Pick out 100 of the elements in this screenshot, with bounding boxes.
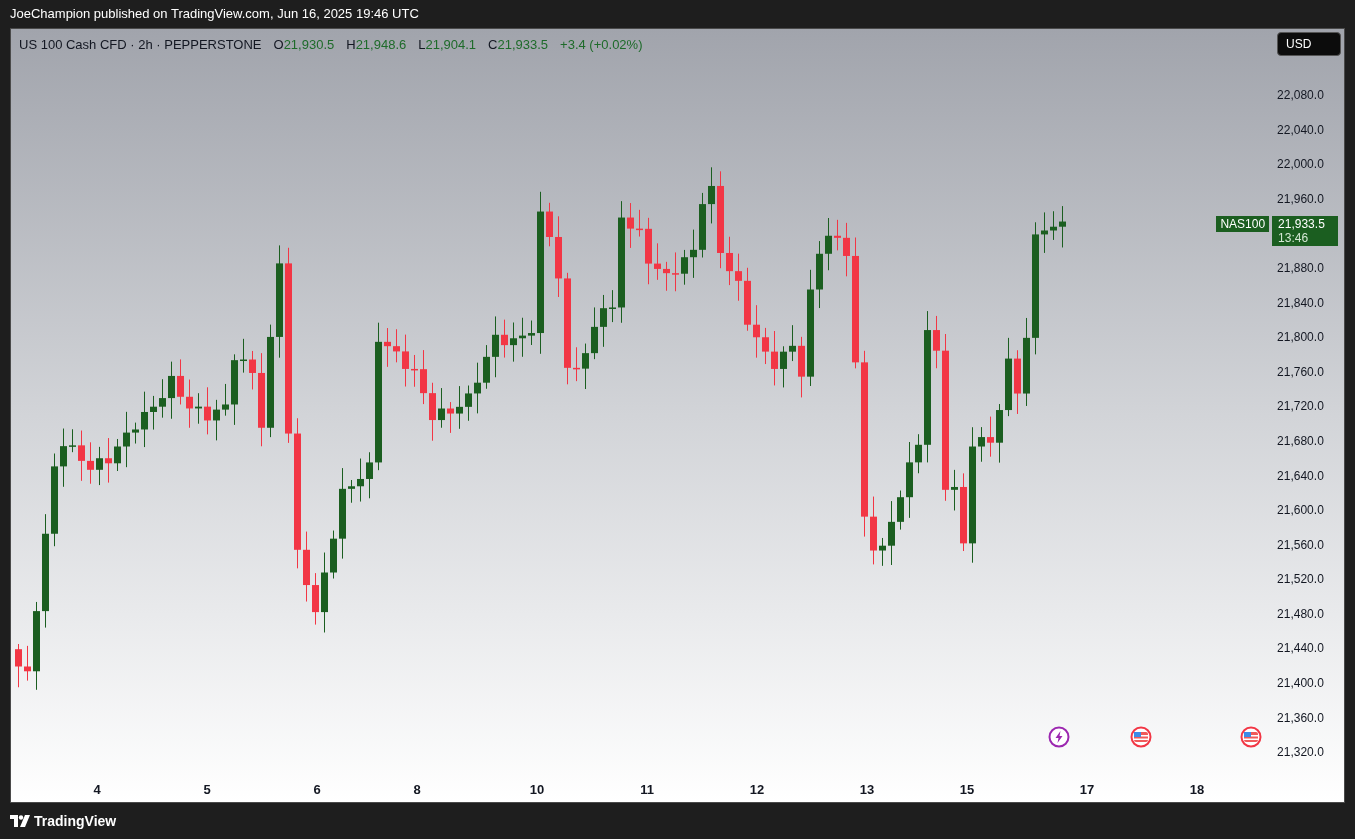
- time-label: 15: [959, 781, 975, 799]
- last-price: 21,933.5: [1278, 217, 1326, 232]
- candle: [24, 645, 31, 682]
- candle: [663, 261, 670, 292]
- candle: [528, 320, 535, 346]
- time-label: 17: [1079, 781, 1095, 799]
- logo-icon: [10, 815, 30, 827]
- price-tick: 21,520.0: [1277, 571, 1324, 589]
- candle: [1050, 210, 1057, 241]
- candle: [744, 267, 751, 332]
- price-tick: 21,680.0: [1277, 432, 1324, 450]
- candle: [510, 322, 517, 363]
- candle: [636, 209, 643, 238]
- candle: [348, 479, 355, 504]
- price-tick: 21,560.0: [1277, 536, 1324, 554]
- candle: [438, 387, 445, 429]
- candle: [600, 294, 607, 348]
- price-tick: 21,840.0: [1277, 294, 1324, 312]
- candle: [447, 401, 454, 434]
- candle: [222, 383, 229, 417]
- candle: [780, 345, 787, 388]
- candle: [177, 358, 184, 405]
- candle: [672, 251, 679, 292]
- time-label: 13: [859, 781, 875, 799]
- candle: [78, 430, 85, 482]
- candle: [888, 500, 895, 566]
- candle: [987, 416, 994, 458]
- candle: [186, 379, 193, 429]
- candle: [483, 344, 490, 390]
- candle: [474, 362, 481, 414]
- candle: [816, 240, 823, 309]
- price-tick: 21,480.0: [1277, 605, 1324, 623]
- candle: [798, 336, 805, 398]
- flag-icon[interactable]: [1240, 726, 1262, 748]
- candle: [771, 330, 778, 386]
- lightning-icon[interactable]: [1048, 726, 1070, 748]
- price-tick: 22,040.0: [1277, 121, 1324, 139]
- time-label: 8: [413, 781, 421, 799]
- candle: [951, 469, 958, 511]
- price-tick: 21,760.0: [1277, 363, 1324, 381]
- ohlc-value: C21,933.5: [488, 36, 549, 54]
- candle: [627, 202, 634, 249]
- candle: [150, 395, 157, 431]
- time-label: 18: [1189, 781, 1205, 799]
- candle: [105, 437, 112, 484]
- time-label: 12: [749, 781, 765, 799]
- flag-icon[interactable]: [1130, 726, 1152, 748]
- candle: [330, 530, 337, 579]
- time-label: 4: [93, 781, 101, 799]
- brand-name: TradingView: [34, 811, 117, 831]
- candle: [240, 338, 247, 374]
- candle: [879, 537, 886, 567]
- candle: [60, 428, 67, 488]
- candle: [591, 306, 598, 360]
- candle: [132, 422, 139, 445]
- time-label: 10: [529, 781, 545, 799]
- price-tick: 21,400.0: [1277, 675, 1324, 693]
- candle: [213, 399, 220, 441]
- currency-button[interactable]: USD: [1277, 32, 1342, 56]
- price-tick: 22,000.0: [1277, 156, 1324, 174]
- ohlc-value: L21,904.1: [418, 36, 477, 54]
- candle: [501, 319, 508, 359]
- candle: [735, 253, 742, 302]
- candle: [834, 219, 841, 251]
- candle: [582, 343, 589, 390]
- price-tick: 21,800.0: [1277, 329, 1324, 347]
- candle: [897, 490, 904, 531]
- candle: [195, 392, 202, 425]
- bar-countdown: 13:46: [1278, 231, 1310, 246]
- price-tick: 21,720.0: [1277, 398, 1324, 416]
- candle: [456, 385, 463, 430]
- candle: [465, 385, 472, 422]
- price-change: +3.4 (+0.02%): [560, 36, 643, 54]
- candle: [996, 403, 1003, 464]
- candle: [933, 315, 940, 369]
- candle: [384, 327, 391, 368]
- candle: [825, 217, 832, 271]
- candle: [915, 433, 922, 474]
- candle: [681, 249, 688, 286]
- candle: [519, 317, 526, 358]
- price-tick: 21,600.0: [1277, 502, 1324, 520]
- time-label: 11: [640, 781, 654, 799]
- symbol-title: US 100 Cash CFD · 2h · PEPPERSTONE: [19, 36, 262, 54]
- candle: [69, 428, 76, 453]
- ohlc-value: H21,948.6: [346, 36, 407, 54]
- candle: [645, 217, 652, 285]
- candle: [312, 572, 319, 626]
- candle: [204, 386, 211, 435]
- candle: [168, 361, 175, 420]
- candle: [366, 451, 373, 499]
- candle: [15, 643, 22, 688]
- candle: [762, 327, 769, 365]
- candle: [690, 229, 697, 279]
- candle: [357, 458, 364, 503]
- price-tick: 21,360.0: [1277, 709, 1324, 727]
- candle: [411, 354, 418, 388]
- candle: [1041, 211, 1048, 254]
- candle: [726, 236, 733, 286]
- candle: [492, 315, 499, 378]
- price-tick: 21,640.0: [1277, 467, 1324, 485]
